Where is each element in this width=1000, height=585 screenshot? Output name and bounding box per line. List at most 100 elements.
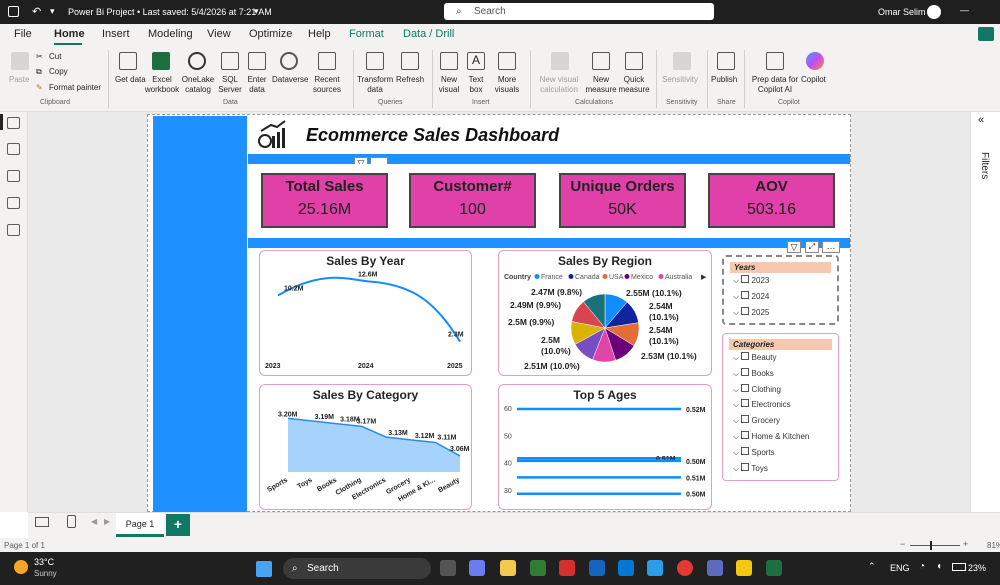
share-icon[interactable]	[978, 27, 994, 41]
wifi-icon[interactable]: ◔	[919, 561, 925, 572]
kpi-card-customers[interactable]: Customer# 100	[409, 173, 536, 228]
dataverse-button[interactable]: Dataverse	[272, 75, 308, 85]
focus-mode-icon[interactable]: ⤢	[805, 241, 819, 253]
checkbox[interactable]	[741, 352, 750, 360]
excel-app-icon[interactable]	[766, 560, 782, 576]
copy-button[interactable]: Copy	[49, 67, 68, 77]
kpi-card-unique-orders[interactable]: Unique Orders 50K	[559, 173, 686, 228]
slicer-item[interactable]: ⌵ Grocery	[733, 415, 809, 431]
mobile-layout-icon[interactable]	[67, 515, 76, 528]
menu-optimize[interactable]: Optimize	[249, 28, 292, 40]
recent-sources-button[interactable]: Recent sources	[309, 75, 345, 95]
tab-page-1[interactable]: Page 1	[116, 513, 164, 537]
redo-dropdown-icon[interactable]: ▾	[50, 6, 55, 17]
copilot-button[interactable]: Copilot	[801, 75, 826, 85]
sales-by-category-card[interactable]: Sales By Category 3.20M 3.19M 3.18M 3.17M 3.…	[259, 384, 472, 510]
add-page-button[interactable]: +	[166, 514, 190, 536]
new-visual-button[interactable]: New visual	[437, 75, 461, 95]
chevron-right-icon[interactable]: ▶	[104, 517, 110, 526]
vscode-icon[interactable]	[618, 560, 634, 576]
title-dropdown-icon[interactable]: ▾	[254, 6, 259, 17]
filters-pane-label[interactable]: Filters	[979, 152, 990, 179]
slicer-item[interactable]: ⌵ 2025	[733, 307, 769, 323]
excel-workbook-button[interactable]: Excel workbook	[142, 75, 182, 95]
chevron-left-icon[interactable]: ◀	[91, 517, 97, 526]
file-explorer-icon[interactable]	[500, 560, 516, 576]
edge-icon[interactable]	[647, 560, 663, 576]
more-visuals-button[interactable]: More visuals	[490, 75, 524, 95]
sales-by-region-card[interactable]: Sales By Region Country France Canada USA Me…	[498, 250, 712, 376]
chrome-icon[interactable]	[677, 560, 693, 576]
slicer-item[interactable]: ⌵ 2023	[733, 275, 769, 291]
app-icon[interactable]	[530, 560, 546, 576]
kpi-card-aov[interactable]: AOV 503.16	[708, 173, 835, 228]
slicer-item[interactable]: ⌵ Books	[733, 367, 809, 384]
report-view-icon[interactable]	[7, 117, 20, 129]
zoom-in-icon[interactable]: +	[963, 539, 968, 549]
slicer-item[interactable]: ⌵ Electronics	[733, 399, 809, 415]
menu-home[interactable]: Home	[54, 28, 85, 40]
filter-icon[interactable]: ▽	[787, 241, 801, 253]
slicer-item[interactable]: ⌵ 2024	[733, 291, 769, 307]
checkbox[interactable]	[741, 307, 750, 315]
menu-file[interactable]: File	[14, 28, 32, 40]
new-visual-calculation-button[interactable]: New visual calculation	[536, 75, 582, 95]
sales-by-year-card[interactable]: Sales By Year 10.2M 12.6M 2.3M 2023 2024 2025	[259, 250, 472, 376]
zoom-out-icon[interactable]: −	[900, 539, 905, 549]
expand-pane-icon[interactable]: «	[978, 114, 984, 126]
power-bi-icon[interactable]	[736, 560, 752, 576]
menu-modeling[interactable]: Modeling	[148, 28, 193, 40]
windows-start-icon[interactable]	[256, 561, 272, 577]
zoom-slider-thumb[interactable]	[930, 541, 932, 550]
chevron-up-icon[interactable]: ⌃	[868, 561, 876, 572]
new-measure-button[interactable]: New measure	[584, 75, 618, 95]
taskbar-search[interactable]: ⌕ Search	[283, 558, 431, 579]
volume-icon[interactable]: ◖	[936, 561, 942, 572]
table-view-icon[interactable]	[7, 143, 20, 155]
enter-data-button[interactable]: Enter data	[245, 75, 269, 95]
sensitivity-button[interactable]: Sensitivity	[662, 75, 698, 85]
slicer-item[interactable]: ⌵ Toys	[733, 462, 809, 479]
menu-insert[interactable]: Insert	[102, 28, 130, 40]
prep-data-copilot-button[interactable]: Prep data for Copilot AI	[750, 75, 800, 95]
checkbox[interactable]	[741, 462, 750, 471]
publish-button[interactable]: Publish	[711, 75, 737, 85]
sql-server-button[interactable]: SQL Server	[217, 75, 243, 95]
teams-icon[interactable]	[707, 560, 723, 576]
refresh-button[interactable]: Refresh	[396, 75, 424, 85]
menu-data-drill[interactable]: Data / Drill	[403, 28, 454, 40]
menu-format[interactable]: Format	[349, 28, 384, 40]
more-options-icon[interactable]: …	[822, 241, 840, 253]
dax-query-view-icon[interactable]	[7, 197, 20, 209]
tmdl-view-icon[interactable]	[7, 224, 20, 236]
search-box[interactable]: ⌕ Search	[444, 3, 714, 20]
zoom-slider[interactable]	[910, 545, 960, 546]
language-indicator[interactable]: ENG	[890, 563, 910, 573]
checkbox[interactable]	[741, 430, 750, 439]
get-data-button[interactable]: Get data	[115, 75, 146, 85]
checkbox[interactable]	[741, 275, 750, 283]
checkbox[interactable]	[741, 383, 750, 392]
slicer-item[interactable]: ⌵ Clothing	[733, 383, 809, 400]
checkbox[interactable]	[741, 446, 750, 455]
model-view-icon[interactable]	[7, 170, 20, 182]
slicer-item[interactable]: ⌵ Home & Kitchen	[733, 430, 809, 447]
save-icon[interactable]	[8, 6, 19, 17]
app-l-icon[interactable]	[559, 560, 575, 576]
task-view-icon[interactable]	[440, 560, 456, 576]
outlook-icon[interactable]	[589, 560, 605, 576]
format-painter-button[interactable]: Format painter	[49, 83, 101, 93]
cut-button[interactable]: Cut	[49, 52, 61, 62]
slicer-item[interactable]: ⌵ Sports	[733, 446, 809, 463]
menu-view[interactable]: View	[207, 28, 231, 40]
menu-help[interactable]: Help	[308, 28, 331, 40]
top-5-ages-card[interactable]: Top 5 Ages 605040300.52M0.51M0.50M0.51M0…	[498, 384, 712, 510]
avatar[interactable]	[927, 5, 941, 19]
onelake-catalog-button[interactable]: OneLake catalog	[181, 75, 215, 95]
quick-measure-button[interactable]: Quick measure	[618, 75, 650, 95]
paste-button[interactable]: Paste	[9, 75, 29, 85]
undo-icon[interactable]: ↶	[32, 5, 41, 18]
checkbox[interactable]	[741, 367, 750, 376]
text-box-button[interactable]: Text box	[465, 75, 487, 95]
transform-data-button[interactable]: Transform data	[357, 75, 393, 95]
